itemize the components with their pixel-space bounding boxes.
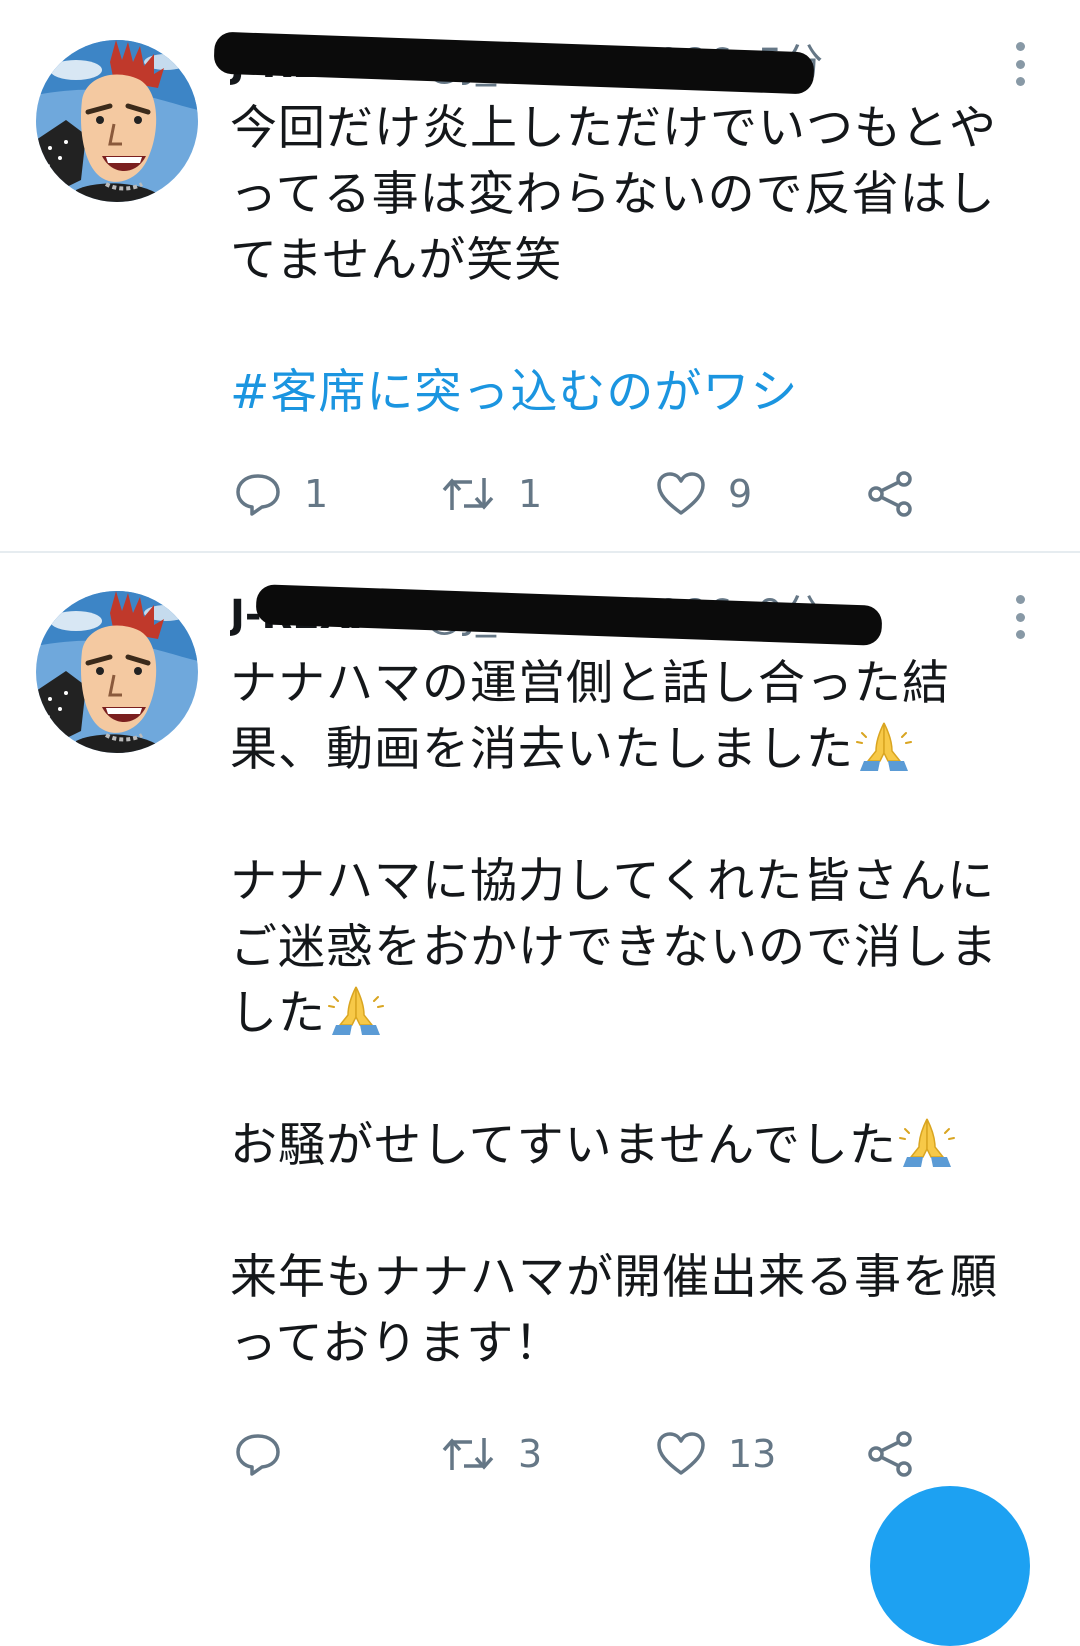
tweet-text-line: ナナハマの運営側と話し合った結 (230, 656, 950, 711)
tweet-text-line: っております！ (230, 1316, 563, 1371)
share-icon (868, 1431, 912, 1477)
tweet-text-line: てませんが笑笑 (230, 233, 563, 288)
folded-hands-emoji (326, 981, 386, 1037)
reply-icon (236, 1434, 280, 1476)
tweet-body: 今回だけ炎上しただけでいつもとや ってる事は変わらないので反省はし てませんが笑… (230, 96, 1050, 426)
tweet-body: ナナハマの運営側と話し合った結 果、動画を消去いたしました ナナハマに協力してく… (230, 651, 1050, 1377)
tweet-text-segment: した (230, 986, 326, 1041)
more-icon[interactable] (1010, 42, 1030, 86)
tweet-actions: 1 1 9 (230, 466, 1050, 522)
folded-hands-emoji (854, 717, 914, 773)
reply-button[interactable]: 1 (234, 466, 328, 522)
retweet-button[interactable]: 1 (440, 466, 542, 522)
tweet-text-line: した (230, 981, 1050, 1047)
tweet-text-line: ナナハマに協力してくれた皆さんに (230, 854, 996, 909)
retweet-icon (442, 1438, 494, 1470)
retweet-count: 3 (518, 1432, 543, 1476)
retweet-count: 1 (518, 472, 543, 516)
tweet-text-line: 果、動画を消去いたしました (230, 717, 1050, 783)
like-icon (657, 1432, 705, 1475)
tweet-text-line: ってる事は変わらないので反省はし (230, 167, 996, 222)
avatar[interactable] (36, 40, 198, 202)
tweet-text-line: ご迷惑をおかけできないので消しま (230, 920, 998, 975)
like-button[interactable]: 9 (656, 466, 752, 522)
reply-icon (236, 474, 280, 516)
reply-button[interactable] (234, 1426, 304, 1482)
hashtag-link[interactable]: #客席に突っ込むのがワシ (230, 360, 1050, 426)
share-button[interactable] (866, 466, 916, 522)
compose-button[interactable] (870, 1486, 1030, 1646)
tweet-actions: 3 13 (230, 1426, 1050, 1482)
more-icon[interactable] (1010, 595, 1030, 639)
reply-count: 1 (304, 472, 329, 516)
folded-hands-emoji (897, 1113, 957, 1169)
like-count: 13 (728, 1432, 777, 1476)
tweet[interactable]: J-REXXX @J_REXXX1986 · 9分 ナナハマの運営側と話し合った… (0, 553, 1080, 1515)
share-icon (868, 471, 912, 517)
retweet-icon (442, 478, 494, 510)
tweet-text-line: 来年もナナハマが開催出来る事を願 (230, 1250, 998, 1305)
tweet-text-line: 今回だけ炎上しただけでいつもとや (230, 101, 998, 156)
tweet-text-line: お騒がせしてすいませんでした (230, 1113, 1050, 1179)
tweet-text-segment: お騒がせしてすいませんでした (230, 1118, 897, 1173)
like-icon (657, 472, 705, 515)
like-button[interactable]: 13 (656, 1426, 776, 1482)
share-button[interactable] (866, 1426, 916, 1482)
retweet-button[interactable]: 3 (440, 1426, 542, 1482)
tweet[interactable]: J-REXXX @J_REXXX1986 · 5分 今回だけ炎上しただけでいつも… (0, 0, 1080, 552)
like-count: 9 (728, 472, 753, 516)
tweet-text-segment: 果、動画を消去いたしました (230, 722, 854, 777)
avatar[interactable] (36, 591, 198, 753)
